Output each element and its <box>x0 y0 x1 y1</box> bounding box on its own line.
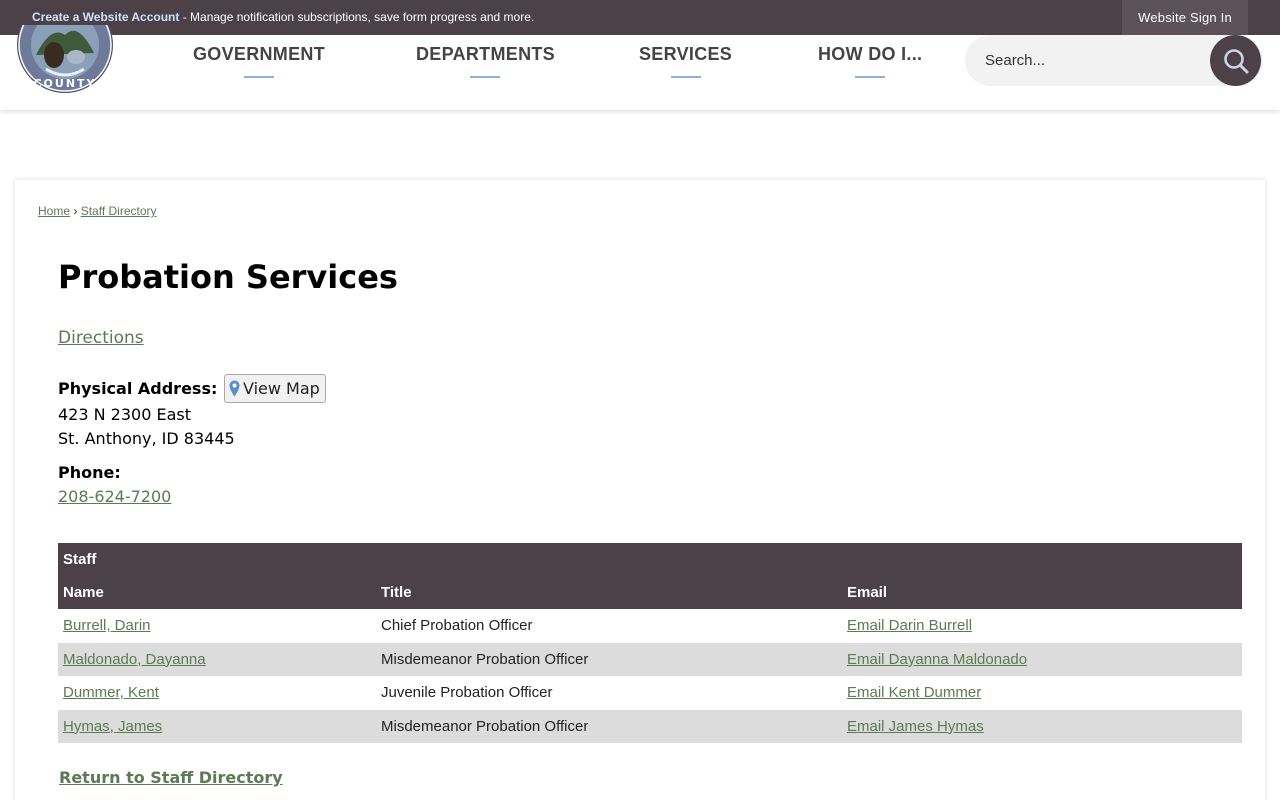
staff-table: Staff Name Title Email Burrell, Darin Ch… <box>58 543 1242 743</box>
column-header-title: Title <box>381 584 412 601</box>
staff-email-link[interactable]: Email Dayanna Maldonado <box>847 651 1027 668</box>
view-map-button[interactable]: View Map <box>224 374 326 403</box>
physical-address-label: Physical Address: <box>58 379 218 398</box>
table-row: Burrell, Darin Chief Probation Officer E… <box>58 609 1242 643</box>
phone-link[interactable]: 208-624-7200 <box>58 487 171 506</box>
breadcrumb-home[interactable]: Home <box>38 204 70 218</box>
map-pin-icon <box>229 380 240 397</box>
page-title: Probation Services <box>58 258 398 296</box>
staff-caption: Staff <box>63 551 97 568</box>
breadcrumb-staff-directory[interactable]: Staff Directory <box>81 204 157 218</box>
staff-name-link[interactable]: Hymas, James <box>63 718 162 735</box>
breadcrumb-separator: › <box>73 204 78 218</box>
staff-email-link[interactable]: Email Kent Dummer <box>847 684 981 701</box>
county-logo[interactable]: COUNTY <box>16 25 114 103</box>
address-line-1: 423 N 2300 East <box>58 405 192 424</box>
nav-label: DEPARTMENTS <box>416 44 555 64</box>
nav-label: GOVERNMENT <box>193 44 326 64</box>
staff-email-link[interactable]: Email James Hymas <box>847 718 984 735</box>
search-button[interactable] <box>1210 35 1261 86</box>
column-header-name: Name <box>63 584 104 601</box>
table-row: Dummer, Kent Juvenile Probation Officer … <box>58 676 1242 710</box>
nav-underline <box>244 76 274 78</box>
staff-name-link[interactable]: Dummer, Kent <box>63 684 159 701</box>
search-box <box>965 35 1263 86</box>
content-card: Home › Staff Directory Probation Service… <box>15 180 1265 800</box>
address-line-2: St. Anthony, ID 83445 <box>58 429 235 448</box>
staff-title: Chief Probation Officer <box>381 617 533 634</box>
site-header: COUNTY GOVERNMENT DEPARTMENTS SERVICES H… <box>0 25 1280 110</box>
staff-title: Misdemeanor Probation Officer <box>381 717 589 735</box>
website-sign-in-button[interactable]: Website Sign In <box>1122 0 1248 35</box>
nav-how-do-i[interactable]: HOW DO I... <box>818 44 922 78</box>
notification-bar: Create a Website Account - Manage notifi… <box>0 0 1280 35</box>
breadcrumb: Home › Staff Directory <box>38 204 157 218</box>
table-row: Maldonado, Dayanna Misdemeanor Probation… <box>58 642 1242 676</box>
nav-label: HOW DO I... <box>818 44 923 64</box>
nav-underline <box>670 76 701 78</box>
create-account-link[interactable]: Create a Website Account <box>32 10 179 24</box>
staff-email-link[interactable]: Email Darin Burrell <box>847 617 972 634</box>
nav-underline <box>470 76 501 78</box>
staff-name-link[interactable]: Maldonado, Dayanna <box>63 651 206 668</box>
view-map-label: View Map <box>243 379 320 398</box>
staff-name-link[interactable]: Burrell, Darin <box>63 617 151 634</box>
county-seal-icon: COUNTY <box>17 25 113 93</box>
nav-departments[interactable]: DEPARTMENTS <box>416 44 555 78</box>
nav-underline <box>855 76 886 78</box>
phone-label: Phone: <box>58 463 121 482</box>
nav-services[interactable]: SERVICES <box>639 44 732 78</box>
return-to-staff-directory-link[interactable]: Return to Staff Directory <box>59 768 283 787</box>
nav-government[interactable]: GOVERNMENT <box>193 44 325 78</box>
notification-message: Create a Website Account - Manage notifi… <box>32 10 534 24</box>
search-input[interactable] <box>985 48 1205 72</box>
staff-table-header: Staff Name Title Email <box>58 543 1242 609</box>
directions-link[interactable]: Directions <box>58 328 144 348</box>
search-icon <box>1223 48 1248 73</box>
staff-title: Juvenile Probation Officer <box>381 684 553 701</box>
table-row: Hymas, James Misdemeanor Probation Offic… <box>58 709 1242 743</box>
staff-title: Misdemeanor Probation Officer <box>381 650 589 668</box>
nav-label: SERVICES <box>639 44 733 64</box>
column-header-email: Email <box>847 584 888 601</box>
logo-text: COUNTY <box>33 77 96 90</box>
notification-text: - Manage notification subscriptions, sav… <box>179 10 535 24</box>
